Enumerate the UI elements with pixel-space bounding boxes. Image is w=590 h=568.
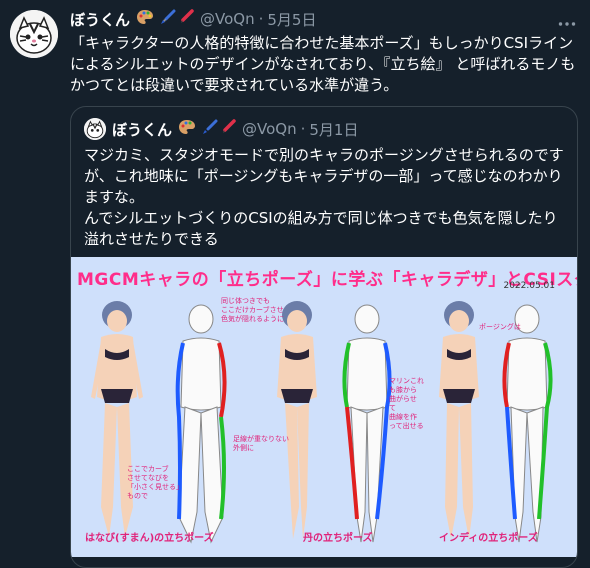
tiger-avatar-icon xyxy=(84,118,106,140)
paintbrush-icon xyxy=(160,9,176,29)
tweet-text: 「キャラクターの人格的特徴に合わせた基本ポーズ」もしっかりCSIラインによるシル… xyxy=(70,34,576,94)
more-options-icon[interactable] xyxy=(558,12,576,31)
annotation-note-2: 足線が重なりない 外側に xyxy=(233,435,289,452)
display-name[interactable]: ぼうくん xyxy=(70,9,130,30)
handle[interactable]: @VoQn xyxy=(200,10,255,28)
separator: · xyxy=(258,10,264,28)
quoted-tweet-header: ぼうくん @VoQn · 5月1日 xyxy=(84,118,358,140)
quoted-date: 5月1日 xyxy=(309,120,359,139)
quoted-display-name: ぼうくん xyxy=(112,120,173,139)
annotation-note-3: ここでカーブ させてなびを 「小さく見せる」 もので xyxy=(127,465,183,500)
character-figure-3 xyxy=(439,301,479,539)
mannequin-figure-2 xyxy=(342,304,392,543)
paintbrush-icon xyxy=(202,119,218,139)
avatar[interactable] xyxy=(10,10,58,58)
palette-icon xyxy=(178,119,196,139)
pen-icon xyxy=(220,119,236,139)
caption-pose-2: 丹の立ちポーズ xyxy=(303,533,373,544)
annotation-note-1: 同じ体つきでも ここだけカーブさせ 色気が隠れるように xyxy=(221,297,284,323)
caption-pose-1: はなび(すまん)の立ちポーズ xyxy=(85,533,214,544)
tweet-date[interactable]: 5月5日 xyxy=(267,9,316,30)
quoted-tweet-image[interactable]: MGCMキャラの「立ちポーズ」に学ぶ「キャラデザ」とCSIスタディ 2022.0… xyxy=(71,257,577,557)
annotation-note-5: ポージングは xyxy=(479,323,521,331)
quoted-separator: · xyxy=(300,120,306,138)
annotation-note-4: マリンこれ も膝から 曲がらせ て 曲線を作 って出せる xyxy=(389,377,424,430)
palette-icon xyxy=(136,9,154,29)
tiger-avatar-icon xyxy=(10,10,58,58)
quoted-handle: @VoQn xyxy=(242,120,297,138)
pen-icon xyxy=(178,9,194,29)
mannequin-figure-3 xyxy=(502,304,553,543)
tweet-header: ぼうくん @VoQn · 5月5日 xyxy=(70,8,316,30)
character-illustration xyxy=(91,301,553,544)
character-figure-1 xyxy=(91,301,143,537)
quoted-tweet[interactable]: ぼうくん @VoQn · 5月1日 マジカミ、スタジオモードで別のキャラのポージ… xyxy=(70,106,578,568)
caption-pose-3: インディの立ちポーズ xyxy=(439,533,538,544)
mannequin-figure-1 xyxy=(175,304,227,544)
quoted-tweet-text: マジカミ、スタジオモードで別のキャラのポージングさせられるのですが、これ地味に「… xyxy=(84,146,564,248)
quoted-avatar xyxy=(84,118,106,140)
character-figure-2 xyxy=(277,301,317,539)
